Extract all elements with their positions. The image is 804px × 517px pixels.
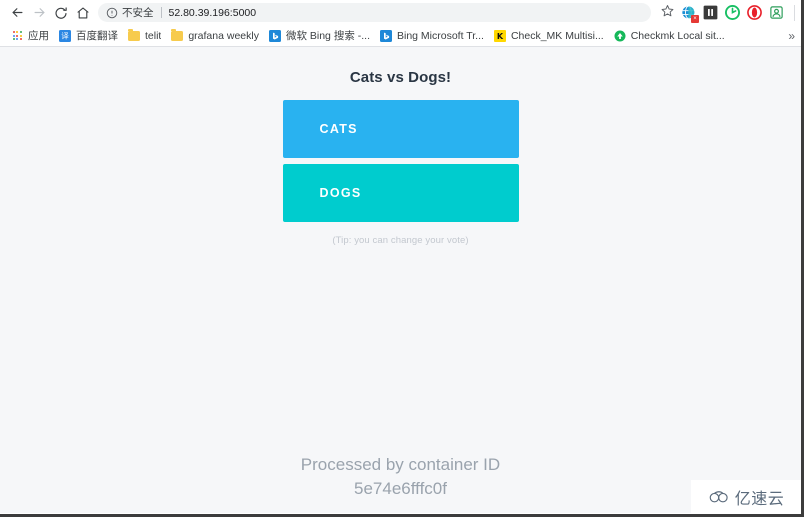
bing-icon — [379, 29, 392, 42]
bookmarks-overflow-button[interactable]: » — [788, 30, 795, 42]
browser-window: 不安全 52.80.39.196:5000 × 应用 译 百度翻译 telit … — [0, 0, 804, 517]
bookmark-label: telit — [145, 29, 162, 42]
star-icon — [661, 4, 674, 22]
folder-icon — [128, 28, 140, 42]
page-title: Cats vs Dogs! — [349, 69, 452, 86]
arrow-left-icon — [10, 5, 25, 20]
reload-icon — [54, 6, 68, 20]
container-footer: Processed by container ID 5e74e6fffc0f — [0, 453, 801, 501]
address-bar[interactable]: 不安全 52.80.39.196:5000 — [98, 3, 651, 22]
bing-icon — [268, 29, 281, 42]
folder-icon — [171, 28, 184, 42]
bookmark-label: Checkmk Local sit... — [630, 29, 725, 42]
browser-chrome: 不安全 52.80.39.196:5000 × 应用 译 百度翻译 telit … — [0, 0, 801, 47]
bookmark-label: grafana weekly — [188, 29, 259, 42]
vote-tip-text: (Tip: you can change your vote) — [332, 235, 469, 246]
cloud-icon — [708, 489, 730, 505]
bookmark-item-telit[interactable]: telit — [123, 27, 166, 45]
bookmark-item-check-mk-multisite[interactable]: K Check_MK Multisi... — [489, 27, 609, 45]
translate-extension-icon[interactable]: × — [680, 4, 699, 23]
bookmark-label: Bing Microsoft Tr... — [396, 29, 484, 42]
watermark: 亿速云 — [691, 480, 801, 514]
reload-button[interactable] — [50, 2, 72, 24]
bookmark-item-grafana-weekly[interactable]: grafana weekly — [166, 27, 264, 45]
page-viewport: Cats vs Dogs! CATS DOGS (Tip: you can ch… — [0, 47, 801, 513]
vote-dogs-button[interactable]: DOGS — [282, 164, 519, 222]
bookmark-label: 百度翻译 — [76, 30, 118, 42]
extensions-row: × — [677, 4, 795, 23]
checkmk-k-icon: K — [493, 29, 506, 42]
container-id: 5e74e6fffc0f — [354, 478, 447, 498]
url-text[interactable]: 52.80.39.196:5000 — [169, 7, 257, 19]
bookmarks-bar: 应用 译 百度翻译 telit grafana weekly 微软 Bing 搜… — [0, 25, 801, 47]
bookmark-item-baidu-translate[interactable]: 译 百度翻译 — [54, 27, 123, 45]
green-circle-extension-icon[interactable] — [724, 4, 741, 21]
vote-cats-button[interactable]: CATS — [282, 100, 519, 158]
svg-text:译: 译 — [61, 31, 69, 40]
omnibox-divider — [160, 7, 162, 18]
bookmark-label: Check_MK Multisi... — [510, 29, 604, 42]
apps-grid-icon — [11, 30, 23, 42]
watermark-text: 亿速云 — [734, 489, 785, 508]
browser-toolbar: 不安全 52.80.39.196:5000 × — [0, 0, 801, 25]
bookmark-label: 微软 Bing 搜索 -... — [285, 30, 370, 42]
bookmark-star-button[interactable] — [657, 3, 677, 23]
arrow-right-icon — [32, 5, 47, 20]
bookmark-apps[interactable]: 应用 — [6, 27, 54, 45]
home-button[interactable] — [72, 2, 94, 24]
profile-extension-icon[interactable] — [768, 4, 785, 21]
svg-text:K: K — [497, 32, 504, 41]
baidu-translate-icon: 译 — [59, 29, 71, 42]
toolbar-divider — [794, 4, 795, 21]
checkmk-green-icon — [614, 30, 626, 42]
vote-container: Cats vs Dogs! CATS DOGS (Tip: you can ch… — [282, 47, 519, 246]
bookmark-item-bing-search[interactable]: 微软 Bing 搜索 -... — [264, 27, 375, 45]
back-button[interactable] — [6, 2, 28, 24]
bookmark-item-checkmk-local-site[interactable]: Checkmk Local sit... — [609, 27, 730, 45]
home-icon — [76, 6, 90, 20]
footer-label: Processed by container ID — [300, 454, 501, 474]
info-circle-icon[interactable] — [106, 7, 118, 19]
opera-red-extension-icon[interactable] — [746, 4, 763, 21]
voting-app-page: Cats vs Dogs! CATS DOGS (Tip: you can ch… — [0, 47, 801, 513]
bookmark-apps-label: 应用 — [28, 30, 49, 42]
security-status-label: 不安全 — [122, 7, 154, 19]
extension-badge: × — [691, 15, 699, 23]
pause-extension-icon[interactable] — [702, 4, 719, 21]
bookmark-item-bing-microsoft-translator[interactable]: Bing Microsoft Tr... — [375, 27, 489, 45]
forward-button[interactable] — [28, 2, 50, 24]
